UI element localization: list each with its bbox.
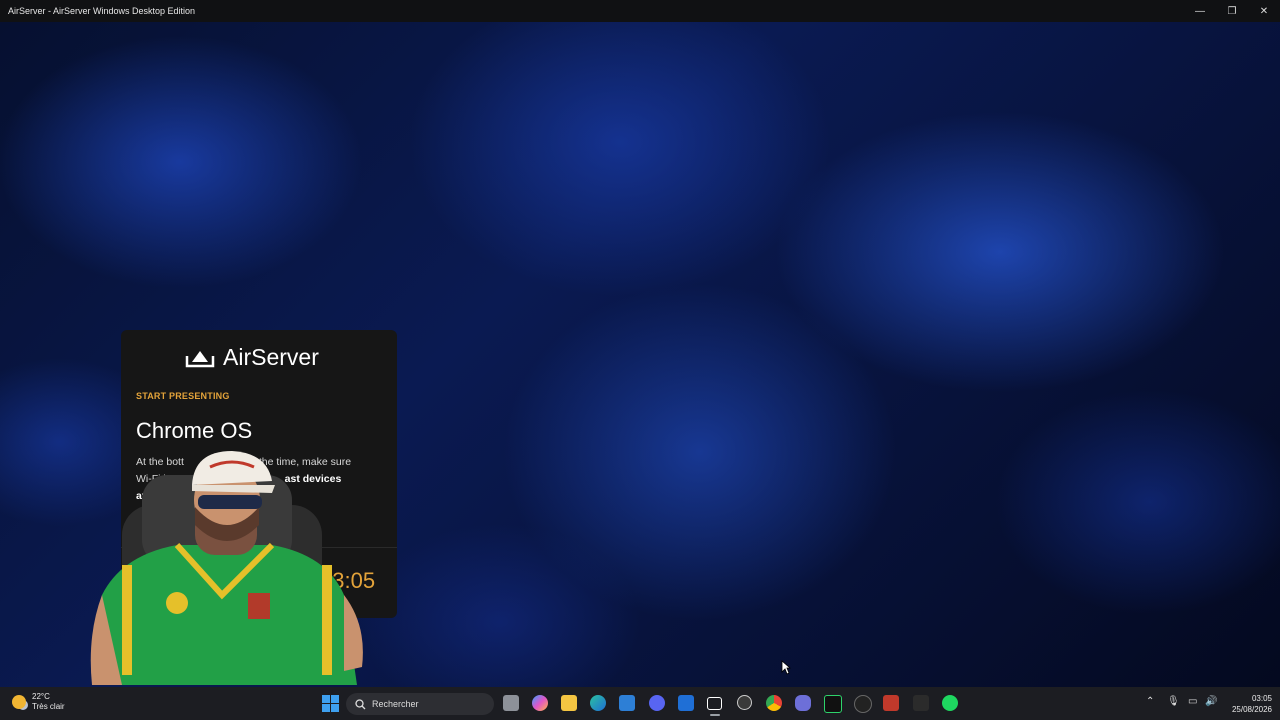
copilot-icon[interactable] xyxy=(532,695,548,711)
store-icon[interactable] xyxy=(619,695,635,711)
os-title: Chrome OS xyxy=(136,418,253,443)
system-clock[interactable]: 03:05 25/08/2026 xyxy=(1222,693,1272,715)
task-view-icon[interactable] xyxy=(503,695,519,711)
mouse-cursor xyxy=(781,660,791,675)
restore-button[interactable]: ❐ xyxy=(1216,0,1248,22)
window-titlebar: AirServer - AirServer Windows Desktop Ed… xyxy=(0,0,1280,22)
search-placeholder: Rechercher xyxy=(372,699,419,709)
spotify-icon[interactable] xyxy=(942,695,958,711)
window-title: AirServer - AirServer Windows Desktop Ed… xyxy=(8,6,196,16)
weather-widget[interactable]: 22°C Très clair xyxy=(12,692,65,712)
volume-icon[interactable]: 🔊 xyxy=(1205,696,1217,707)
minimize-button[interactable]: — xyxy=(1184,0,1216,22)
active-indicator xyxy=(710,714,720,716)
weather-desc: Très clair xyxy=(32,702,65,711)
chrome-icon[interactable] xyxy=(766,695,782,711)
file-explorer-icon[interactable] xyxy=(561,695,577,711)
discord-icon[interactable] xyxy=(649,695,665,711)
clock-date: 25/08/2026 xyxy=(1231,705,1272,714)
webcam-overlay xyxy=(90,451,363,685)
game-controller-icon[interactable] xyxy=(795,695,811,711)
microphone-icon[interactable]: 🎙 xyxy=(1167,696,1180,707)
game-launcher-icon[interactable] xyxy=(913,695,929,711)
brand-name: AirServer xyxy=(223,344,319,370)
obs-icon[interactable] xyxy=(737,695,752,710)
search-icon xyxy=(355,698,366,709)
weather-icon xyxy=(12,695,26,709)
taskbar xyxy=(0,687,1280,720)
taskbar-search[interactable]: Rechercher xyxy=(346,693,494,715)
close-button[interactable]: ✕ xyxy=(1248,0,1280,22)
clock-time: 03:05 xyxy=(1251,694,1272,703)
mail-icon[interactable] xyxy=(678,695,694,711)
start-button[interactable] xyxy=(322,695,339,712)
chevron-up-icon[interactable]: ⌃ xyxy=(1146,696,1154,707)
airserver-logo: AirServer xyxy=(185,344,319,371)
edge-icon[interactable] xyxy=(590,695,606,711)
network-icon[interactable]: ▭ xyxy=(1188,696,1197,707)
video-editor-icon[interactable] xyxy=(883,695,899,711)
app-circle-icon[interactable] xyxy=(854,695,872,713)
weather-temp: 22°C xyxy=(32,692,50,701)
airplay-icon xyxy=(185,350,215,367)
section-label: START PRESENTING xyxy=(136,391,230,401)
airserver-taskbar-icon[interactable] xyxy=(707,697,722,710)
app-a-icon[interactable] xyxy=(824,695,842,713)
